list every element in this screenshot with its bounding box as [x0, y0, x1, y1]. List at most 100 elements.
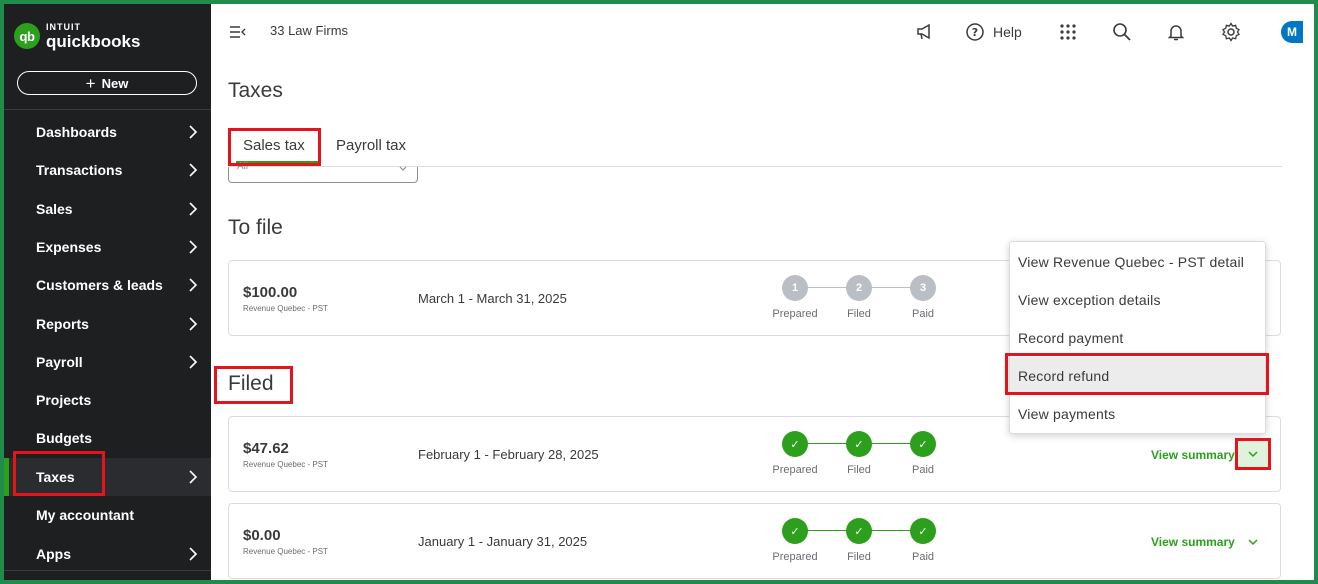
- sidebar-item-label: Budgets: [36, 430, 92, 446]
- sidebar-item-label: Sales: [36, 201, 73, 217]
- tax-amount: $0.00: [243, 527, 281, 544]
- step-paid: ✓ Paid: [900, 431, 946, 476]
- tax-agency: Revenue Quebec - PST: [243, 460, 328, 469]
- step-label: Prepared: [772, 464, 818, 476]
- sidebar-item-label: Transactions: [36, 162, 123, 178]
- svg-text:?: ?: [972, 26, 978, 39]
- step-number: 2: [846, 275, 872, 301]
- sidebar-item-my-accountant[interactable]: My accountant: [4, 496, 211, 534]
- step-label: Filed: [847, 464, 871, 476]
- filter-value: All: [237, 161, 249, 172]
- step-filed: ✓ Filed: [836, 518, 882, 563]
- logo-brand: INTUIT: [46, 21, 81, 32]
- menu-item-record-payment[interactable]: Record payment: [1010, 319, 1265, 357]
- step-label: Prepared: [772, 308, 818, 320]
- step-label: Paid: [911, 308, 935, 320]
- sidebar-divider: [4, 570, 211, 571]
- bell-icon[interactable]: [1164, 20, 1188, 44]
- chevron-right-icon: [189, 125, 198, 139]
- chevron-down-icon[interactable]: [1247, 536, 1259, 548]
- sidebar-item-taxes[interactable]: Taxes: [4, 458, 211, 496]
- quickbooks-logo[interactable]: qb INTUIT quickbooks: [14, 18, 140, 54]
- plus-icon: +: [85, 73, 96, 93]
- step-prepared: ✓ Prepared: [772, 431, 818, 476]
- sidebar-item-payroll[interactable]: Payroll: [4, 343, 211, 381]
- step-number: 3: [910, 275, 936, 301]
- filing-progress: ✓ Prepared ✓ Filed ✓ Paid: [769, 518, 949, 568]
- sidebar-item-sales[interactable]: Sales: [4, 190, 211, 228]
- step-label: Filed: [847, 308, 871, 320]
- tax-amount: $100.00: [243, 284, 298, 301]
- sidebar-item-transactions[interactable]: Transactions: [4, 151, 211, 189]
- sidebar-divider: [4, 109, 211, 110]
- check-icon: ✓: [782, 518, 808, 544]
- tax-period-card: $0.00 Revenue Quebec - PST January 1 - J…: [228, 503, 1281, 579]
- sidebar-item-label: Dashboards: [36, 124, 117, 140]
- sidebar-item-apps[interactable]: Apps: [4, 535, 211, 573]
- avatar[interactable]: M: [1281, 21, 1303, 43]
- sidebar-item-dashboards[interactable]: Dashboards: [4, 113, 211, 151]
- menu-item-view-agency-detail[interactable]: View Revenue Quebec - PST detail: [1010, 243, 1265, 281]
- check-icon: ✓: [910, 431, 936, 457]
- step-number: 1: [782, 275, 808, 301]
- company-name[interactable]: 33 Law Firms: [270, 23, 348, 38]
- help-label[interactable]: Help: [993, 24, 1022, 40]
- chevron-right-icon: [189, 470, 198, 484]
- step-prepared: 1 Prepared: [772, 275, 818, 320]
- step-paid: 3 Paid: [900, 275, 946, 320]
- step-label: Filed: [847, 551, 871, 563]
- chevron-right-icon: [189, 240, 198, 254]
- sidebar-item-label: Taxes: [36, 469, 75, 485]
- check-icon: ✓: [846, 431, 872, 457]
- chevron-right-icon: [189, 317, 198, 331]
- chevron-down-icon: [1248, 451, 1258, 458]
- chevron-right-icon: [189, 547, 198, 561]
- view-summary-link[interactable]: View summary: [1151, 535, 1235, 549]
- tax-period: January 1 - January 31, 2025: [418, 534, 588, 549]
- view-summary-link[interactable]: View summary: [1151, 448, 1235, 462]
- sidebar-item-label: Apps: [36, 546, 71, 562]
- sidebar-item-customers-leads[interactable]: Customers & leads: [4, 266, 211, 304]
- step-prepared: ✓ Prepared: [772, 518, 818, 563]
- menu-collapse-icon[interactable]: [229, 23, 247, 41]
- agency-filter-select[interactable]: All: [228, 161, 418, 183]
- sidebar-item-budgets[interactable]: Budgets: [4, 419, 211, 457]
- apps-grid-icon[interactable]: [1056, 20, 1080, 44]
- menu-item-view-exception-details[interactable]: View exception details: [1010, 281, 1265, 319]
- menu-item-view-payments[interactable]: View payments: [1010, 395, 1265, 433]
- chevron-down-icon: [399, 166, 407, 171]
- search-icon[interactable]: [1110, 20, 1134, 44]
- check-icon: ✓: [846, 518, 872, 544]
- sidebar-item-expenses[interactable]: Expenses: [4, 228, 211, 266]
- section-title-filed: Filed: [228, 372, 274, 395]
- sidebar: qb INTUIT quickbooks + New Dashboards Tr…: [4, 4, 211, 580]
- actions-dropdown-menu: View Revenue Quebec - PST detail View ex…: [1009, 241, 1266, 434]
- check-icon: ✓: [782, 431, 808, 457]
- sidebar-item-label: Customers & leads: [36, 277, 163, 293]
- help-icon[interactable]: ?: [963, 20, 987, 44]
- step-label: Paid: [911, 464, 935, 476]
- step-filed: 2 Filed: [836, 275, 882, 320]
- tab-payroll-tax[interactable]: Payroll tax: [336, 137, 406, 154]
- new-button[interactable]: + New: [17, 71, 197, 95]
- step-label: Prepared: [772, 551, 818, 563]
- sidebar-item-label: Expenses: [36, 239, 102, 255]
- active-tab-indicator: [236, 161, 318, 165]
- actions-dropdown-toggle[interactable]: [1238, 441, 1268, 467]
- step-paid: ✓ Paid: [900, 518, 946, 563]
- sidebar-item-projects[interactable]: Projects: [4, 381, 211, 419]
- sidebar-item-label: Projects: [36, 392, 92, 408]
- announcement-icon[interactable]: [913, 20, 937, 44]
- gear-icon[interactable]: [1219, 20, 1243, 44]
- section-title-to-file: To file: [228, 216, 283, 239]
- filing-progress: ✓ Prepared ✓ Filed ✓ Paid: [769, 431, 949, 481]
- new-button-label: New: [101, 75, 129, 91]
- tax-agency: Revenue Quebec - PST: [243, 304, 328, 313]
- page-title: Taxes: [228, 79, 283, 102]
- chevron-right-icon: [189, 355, 198, 369]
- tax-amount: $47.62: [243, 440, 289, 457]
- logo-product: quickbooks: [46, 31, 141, 51]
- menu-item-record-refund[interactable]: Record refund: [1010, 357, 1265, 395]
- tab-sales-tax[interactable]: Sales tax: [243, 137, 305, 154]
- sidebar-item-reports[interactable]: Reports: [4, 305, 211, 343]
